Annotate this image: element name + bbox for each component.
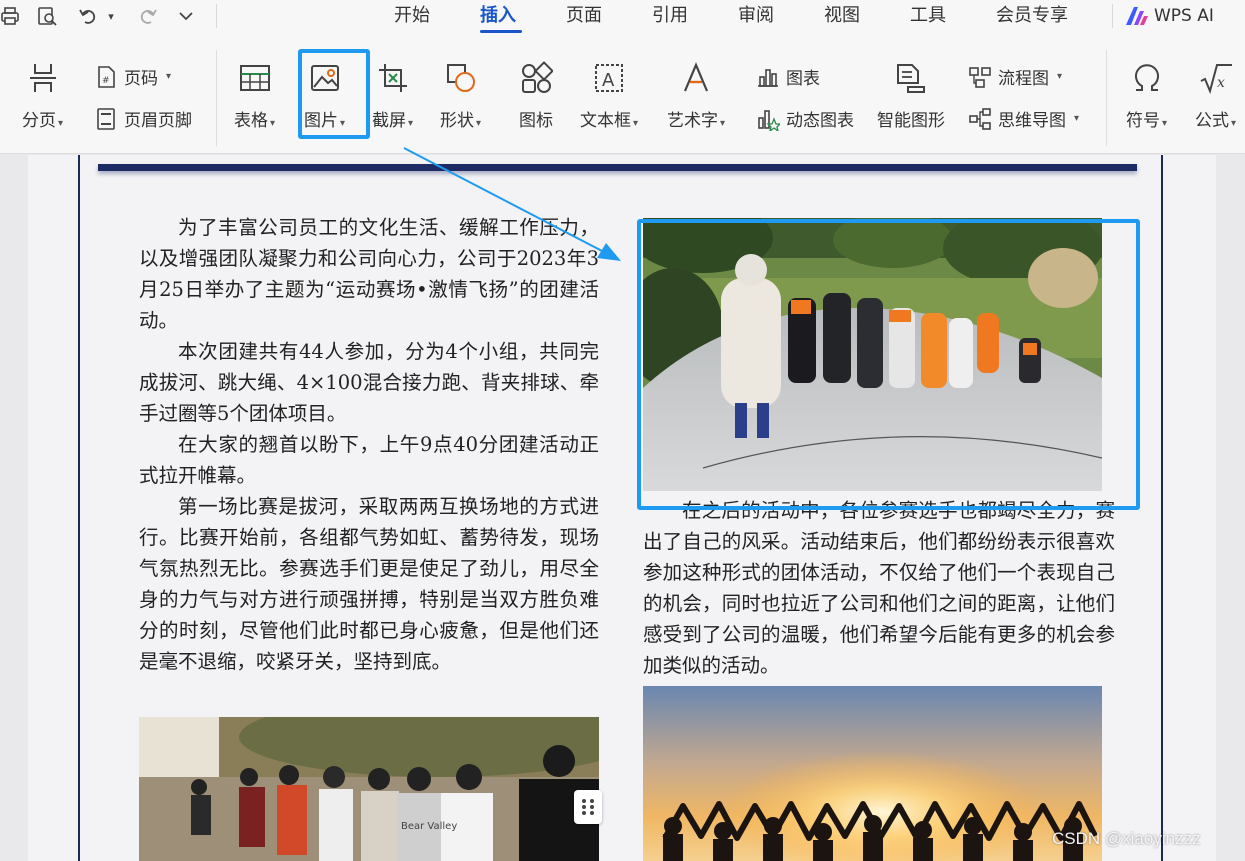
- tab-view[interactable]: 视图: [824, 4, 860, 28]
- shirt-logo-text: Bear Valley: [401, 821, 457, 832]
- textbox-label: 文本框: [580, 111, 631, 131]
- dynamic-chart-button[interactable]: 动态图表: [756, 106, 854, 131]
- mindmap-label: 思维导图: [998, 111, 1066, 131]
- page-break-icon: [25, 60, 61, 96]
- picture-button-highlight: [298, 49, 370, 139]
- page-break-label: 分页: [22, 111, 56, 131]
- print-icon[interactable]: [0, 4, 20, 28]
- page-break-button[interactable]: 分页 ▾: [22, 60, 63, 131]
- paragraph: 第一场比赛是拔河，采取两两互换场地的方式进行。比赛开始前，各组都气势如虹、蓄势待…: [139, 495, 599, 673]
- textbox-button[interactable]: A 文本框 ▾: [580, 60, 638, 131]
- quick-access-more-icon[interactable]: [174, 4, 198, 28]
- shape-icon: [443, 60, 479, 96]
- tab-home[interactable]: 开始: [394, 4, 430, 28]
- page-number-icon: #: [98, 65, 115, 88]
- drag-handle-icon[interactable]: [574, 790, 602, 824]
- tab-tools[interactable]: 工具: [910, 4, 946, 28]
- tab-page[interactable]: 页面: [566, 4, 602, 28]
- screenshot-icon: [375, 60, 411, 96]
- icon-library-icon: [518, 60, 554, 96]
- ribbon-divider: [1106, 50, 1107, 146]
- table-icon: [237, 60, 273, 96]
- header-footer-label: 页眉页脚: [124, 111, 192, 131]
- textbox-icon: A: [591, 60, 627, 96]
- wordart-button[interactable]: 艺术字 ▾: [667, 60, 725, 131]
- header-rule: [98, 164, 1137, 171]
- watermark-text: CSDN @xiaoyinzzz: [1052, 829, 1201, 848]
- paragraph: 在之后的活动中，各位参赛选手也都竭尽全力，赛出了自己的风采。活动结束后，他们都纷…: [643, 499, 1115, 677]
- paragraph: 在大家的翘首以盼下，上午9点40分团建活动正式拉开帷幕。: [139, 433, 599, 487]
- wps-ai-label: WPS AI: [1154, 6, 1214, 26]
- svg-text:A: A: [602, 70, 615, 91]
- dynamic-chart-label: 动态图表: [786, 111, 854, 131]
- header-footer-button[interactable]: 页眉页脚: [94, 106, 192, 131]
- shape-button[interactable]: 形状 ▾: [440, 60, 481, 131]
- flowchart-icon: [969, 66, 991, 88]
- wps-ai-logo-icon: [1126, 7, 1148, 25]
- screenshot-label: 截屏: [372, 111, 406, 131]
- shape-label: 形状: [440, 111, 474, 131]
- page-border-right: [1161, 155, 1163, 861]
- insert-ribbon: 分页 ▾ # 页码 ▾ 页眉页脚 表格 ▾ 图片 ▾ 截屏 ▾ 形状 ▾ 图标 …: [0, 36, 1245, 154]
- wordart-icon: [678, 60, 714, 96]
- smart-graphic-label: 智能图形: [877, 111, 945, 131]
- header-footer-icon: [97, 107, 115, 130]
- smart-graphic-icon: [893, 60, 929, 96]
- undo-icon[interactable]: [76, 4, 100, 28]
- redo-icon[interactable]: [136, 4, 160, 28]
- svg-text:x: x: [1217, 75, 1225, 91]
- screenshot-button[interactable]: 截屏 ▾: [372, 60, 413, 131]
- table-label: 表格: [234, 111, 268, 131]
- active-tab-indicator: [480, 30, 522, 33]
- chart-button[interactable]: 图表: [756, 64, 820, 89]
- formula-button[interactable]: x 公式 ▾: [1195, 60, 1236, 131]
- page-border-left: [78, 155, 80, 861]
- page-number-button[interactable]: # 页码 ▾: [94, 64, 171, 89]
- table-button[interactable]: 表格 ▾: [234, 60, 275, 131]
- ribbon-divider: [216, 50, 217, 146]
- flowchart-button[interactable]: 流程图 ▾: [968, 64, 1062, 89]
- tug-of-war-photo[interactable]: Bear Valley: [139, 717, 599, 861]
- omega-icon: [1129, 60, 1165, 96]
- tab-insert[interactable]: 插入: [480, 4, 516, 28]
- sunset-team-photo[interactable]: [643, 686, 1102, 861]
- paragraph: 为了丰富公司员工的文化生活、缓解工作压力，以及增强团队凝聚力和公司向心力，公司于…: [139, 216, 599, 332]
- icon-library-button[interactable]: 图标: [518, 60, 554, 131]
- tab-member[interactable]: 会员专享: [996, 4, 1068, 28]
- toolbar-divider: [216, 4, 217, 28]
- formula-icon: x: [1198, 60, 1234, 96]
- svg-text:#: #: [102, 76, 110, 86]
- inserted-image-highlight: [637, 219, 1140, 510]
- mindmap-icon: [969, 107, 991, 130]
- paragraph: 本次团建共有44人参加，分为4个小组，共同完成拔河、跳大绳、4×100混合接力跑…: [139, 340, 599, 425]
- undo-dropdown-icon[interactable]: ▾: [104, 4, 118, 28]
- formula-label: 公式: [1195, 111, 1229, 131]
- print-preview-icon[interactable]: [34, 4, 60, 28]
- wps-ai-button[interactable]: WPS AI: [1126, 4, 1214, 28]
- chart-label: 图表: [786, 69, 820, 89]
- menu-bar: ▾ 开始 插入 页面 引用 审阅 视图 工具 会员专享 WPS AI: [0, 0, 1245, 36]
- toolbar-divider: [1112, 4, 1113, 28]
- chart-icon: [758, 68, 778, 87]
- symbol-label: 符号: [1126, 111, 1160, 131]
- smart-graphic-button[interactable]: 智能图形: [877, 60, 945, 131]
- tab-references[interactable]: 引用: [652, 4, 688, 28]
- page-number-label: 页码: [124, 69, 158, 89]
- flowchart-label: 流程图: [998, 69, 1049, 89]
- tab-review[interactable]: 审阅: [738, 4, 774, 28]
- right-column-text[interactable]: 在之后的活动中，各位参赛选手也都竭尽全力，赛出了自己的风采。活动结束后，他们都纷…: [643, 495, 1115, 681]
- mindmap-button[interactable]: 思维导图 ▾: [968, 106, 1079, 131]
- symbol-button[interactable]: 符号 ▾: [1126, 60, 1167, 131]
- icon-library-label: 图标: [519, 111, 553, 131]
- dynamic-chart-icon: [758, 109, 780, 131]
- left-column-text[interactable]: 为了丰富公司员工的文化生活、缓解工作压力，以及增强团队凝聚力和公司向心力，公司于…: [139, 212, 599, 677]
- wordart-label: 艺术字: [667, 111, 718, 131]
